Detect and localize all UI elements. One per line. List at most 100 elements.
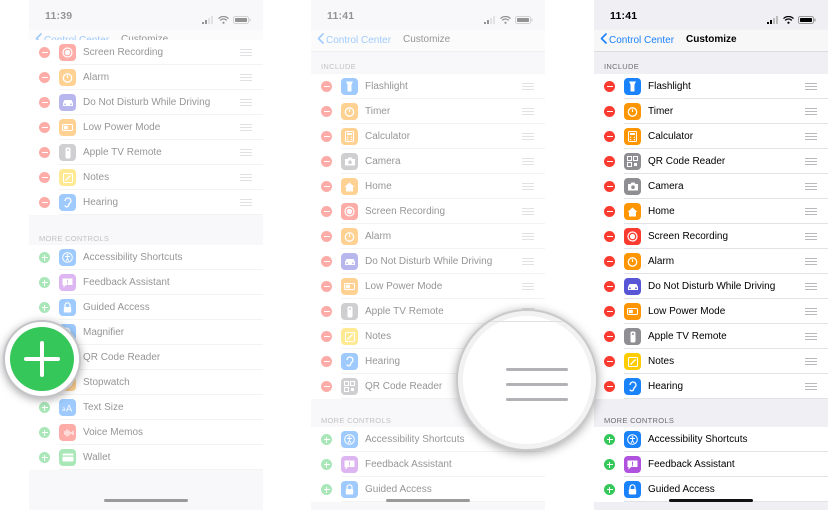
add-control-button[interactable] xyxy=(321,434,332,445)
navigation-bar: Control Center Customize xyxy=(594,30,828,52)
control-row: QR Code Reader xyxy=(594,149,828,174)
control-label: QR Code Reader xyxy=(365,381,443,392)
remove-control-button[interactable] xyxy=(39,172,50,183)
lock-icon xyxy=(59,299,76,316)
reorder-handle[interactable] xyxy=(805,183,817,190)
reorder-handle[interactable] xyxy=(522,108,534,115)
control-label: Alarm xyxy=(365,231,392,242)
reorder-handle[interactable] xyxy=(805,383,817,390)
remove-control-button[interactable] xyxy=(604,156,615,167)
add-control-button[interactable] xyxy=(604,459,615,470)
control-row: Home xyxy=(311,174,545,199)
reorder-handle[interactable] xyxy=(522,83,534,90)
reorder-handle[interactable] xyxy=(805,308,817,315)
reorder-handle[interactable] xyxy=(240,74,252,81)
reorder-handle[interactable] xyxy=(522,158,534,165)
remove-control-button[interactable] xyxy=(604,81,615,92)
remove-control-button[interactable] xyxy=(604,381,615,392)
reorder-handle[interactable] xyxy=(805,333,817,340)
remove-control-button[interactable] xyxy=(604,131,615,142)
add-control-button[interactable] xyxy=(604,484,615,495)
remove-control-button[interactable] xyxy=(321,156,332,167)
accessibility-icon xyxy=(624,431,641,448)
reorder-handle[interactable] xyxy=(522,283,534,290)
reorder-handle[interactable] xyxy=(522,183,534,190)
control-label: Flashlight xyxy=(648,81,691,92)
remove-control-button[interactable] xyxy=(604,206,615,217)
remove-control-button[interactable] xyxy=(39,72,50,83)
reorder-handle[interactable] xyxy=(805,208,817,215)
remove-control-button[interactable] xyxy=(321,306,332,317)
reorder-handle[interactable] xyxy=(522,233,534,240)
remove-control-button[interactable] xyxy=(604,281,615,292)
remove-control-button[interactable] xyxy=(39,97,50,108)
reorder-handle[interactable] xyxy=(240,149,252,156)
add-control-button[interactable] xyxy=(39,452,50,463)
remove-control-button[interactable] xyxy=(604,331,615,342)
add-control-button[interactable] xyxy=(39,402,50,413)
reorder-handle[interactable] xyxy=(805,283,817,290)
add-control-button[interactable] xyxy=(39,277,50,288)
reorder-handle[interactable] xyxy=(805,133,817,140)
remove-control-button[interactable] xyxy=(321,256,332,267)
control-label: Voice Memos xyxy=(83,427,144,438)
reorder-handle[interactable] xyxy=(805,158,817,165)
cellular-signal-icon xyxy=(484,11,496,29)
add-control-button[interactable] xyxy=(39,427,50,438)
remove-control-button[interactable] xyxy=(604,231,615,242)
remove-control-button[interactable] xyxy=(39,197,50,208)
reorder-handle[interactable] xyxy=(240,199,252,206)
add-control-button[interactable] xyxy=(321,484,332,495)
reorder-handle[interactable] xyxy=(522,208,534,215)
control-row: Do Not Disturb While Driving xyxy=(311,249,545,274)
control-row: Alarm xyxy=(594,249,828,274)
remove-control-button[interactable] xyxy=(604,356,615,367)
remove-control-button[interactable] xyxy=(321,356,332,367)
add-control-button[interactable] xyxy=(604,434,615,445)
remove-control-button[interactable] xyxy=(39,47,50,58)
car-icon xyxy=(624,278,641,295)
remove-control-button[interactable] xyxy=(604,106,615,117)
remote-icon xyxy=(59,144,76,161)
remove-control-button[interactable] xyxy=(321,81,332,92)
add-control-button[interactable] xyxy=(39,252,50,263)
reorder-handle[interactable] xyxy=(240,124,252,131)
wifi-icon xyxy=(500,11,511,29)
control-label: Hearing xyxy=(648,381,684,392)
reorder-handle[interactable] xyxy=(805,83,817,90)
control-row: Alarm xyxy=(311,224,545,249)
remove-control-button[interactable] xyxy=(321,231,332,242)
add-control-button[interactable] xyxy=(321,459,332,470)
remove-control-button[interactable] xyxy=(604,306,615,317)
back-button-label: Control Center xyxy=(609,34,675,46)
remove-control-button[interactable] xyxy=(321,206,332,217)
reorder-handle[interactable] xyxy=(805,358,817,365)
remove-control-button[interactable] xyxy=(39,122,50,133)
add-control-button[interactable] xyxy=(39,302,50,313)
remove-control-button[interactable] xyxy=(604,256,615,267)
tutorial-composite: 11:39 Control Center Customize Screen Recor… xyxy=(0,0,830,510)
reorder-handle[interactable] xyxy=(240,99,252,106)
reorder-handle[interactable] xyxy=(805,258,817,265)
control-label: Do Not Disturb While Driving xyxy=(648,281,776,292)
control-label: Guided Access xyxy=(365,484,432,495)
back-button[interactable]: Control Center xyxy=(600,33,674,47)
reorder-handle[interactable] xyxy=(522,258,534,265)
control-label: Notes xyxy=(648,356,675,367)
reorder-handle[interactable] xyxy=(240,49,252,56)
remove-control-button[interactable] xyxy=(321,106,332,117)
remove-control-button[interactable] xyxy=(39,147,50,158)
remove-control-button[interactable] xyxy=(604,181,615,192)
reorder-handle[interactable] xyxy=(805,108,817,115)
back-button[interactable]: Control Center xyxy=(317,33,391,47)
reorder-handle[interactable] xyxy=(522,133,534,140)
control-label: Screen Recording xyxy=(83,47,164,58)
reorder-handle[interactable] xyxy=(805,233,817,240)
remove-control-button[interactable] xyxy=(321,381,332,392)
remove-control-button[interactable] xyxy=(321,131,332,142)
remove-control-button[interactable] xyxy=(321,281,332,292)
control-row: a A Text Size xyxy=(29,395,263,420)
remove-control-button[interactable] xyxy=(321,331,332,342)
remove-control-button[interactable] xyxy=(321,181,332,192)
reorder-handle[interactable] xyxy=(240,174,252,181)
